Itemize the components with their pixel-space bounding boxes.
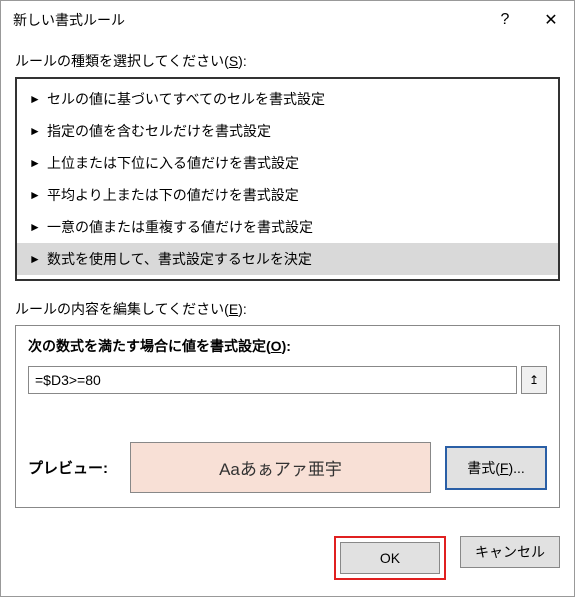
ok-button-highlight: OK	[334, 536, 446, 580]
cancel-button[interactable]: キャンセル	[460, 536, 560, 568]
rule-edit-section-label: ルールの内容を編集してください(E):	[15, 299, 560, 319]
rule-type-label: 指定の値を含むセルだけを書式設定	[47, 121, 271, 141]
preview-label: プレビュー:	[28, 457, 116, 478]
rule-type-label: セルの値に基づいてすべてのセルを書式設定	[47, 89, 325, 109]
rule-type-label: 平均より上または下の値だけを書式設定	[47, 185, 299, 205]
collapse-reference-button[interactable]: ↥	[521, 366, 547, 394]
rule-type-list[interactable]: ► セルの値に基づいてすべてのセルを書式設定 ► 指定の値を含むセルだけを書式設…	[15, 77, 560, 281]
help-button[interactable]: ?	[482, 1, 528, 39]
format-button[interactable]: 書式(F)...	[445, 446, 547, 490]
rule-type-label: 数式を使用して、書式設定するセルを決定	[47, 249, 312, 269]
rule-type-item[interactable]: ► 指定の値を含むセルだけを書式設定	[17, 115, 558, 147]
rule-type-item[interactable]: ► 一意の値または重複する値だけを書式設定	[17, 211, 558, 243]
rule-edit-box: 次の数式を満たす場合に値を書式設定(O): ↥ プレビュー: Aaあぁアァ亜宇 …	[15, 325, 560, 508]
arrow-icon: ►	[29, 92, 41, 106]
dialog-body: ルールの種類を選択してください(S): ► セルの値に基づいてすべてのセルを書式…	[1, 39, 574, 524]
preview-sample: Aaあぁアァ亜宇	[130, 442, 431, 493]
arrow-icon: ►	[29, 124, 41, 138]
titlebar: 新しい書式ルール ? ✕	[1, 1, 574, 39]
close-button[interactable]: ✕	[528, 1, 574, 39]
new-format-rule-dialog: 新しい書式ルール ? ✕ ルールの種類を選択してください(S): ► セルの値に…	[0, 0, 575, 597]
titlebar-controls: ? ✕	[482, 1, 574, 39]
preview-row: プレビュー: Aaあぁアァ亜宇 書式(F)...	[28, 442, 547, 493]
collapse-icon: ↥	[529, 373, 539, 387]
rule-type-item-selected[interactable]: ► 数式を使用して、書式設定するセルを決定	[17, 243, 558, 275]
arrow-icon: ►	[29, 252, 41, 266]
formula-row: ↥	[28, 366, 547, 394]
ok-button[interactable]: OK	[340, 542, 440, 574]
rule-type-item[interactable]: ► 上位または下位に入る値だけを書式設定	[17, 147, 558, 179]
arrow-icon: ►	[29, 156, 41, 170]
arrow-icon: ►	[29, 188, 41, 202]
rule-type-item[interactable]: ► セルの値に基づいてすべてのセルを書式設定	[17, 83, 558, 115]
rule-type-item[interactable]: ► 平均より上または下の値だけを書式設定	[17, 179, 558, 211]
formula-label: 次の数式を満たす場合に値を書式設定(O):	[28, 336, 547, 356]
rule-type-label: 一意の値または重複する値だけを書式設定	[47, 217, 313, 237]
formula-input[interactable]	[28, 366, 517, 394]
arrow-icon: ►	[29, 220, 41, 234]
dialog-title: 新しい書式ルール	[13, 10, 125, 30]
dialog-button-row: OK キャンセル	[1, 524, 574, 596]
rule-type-section-label: ルールの種類を選択してください(S):	[15, 51, 560, 71]
rule-type-label: 上位または下位に入る値だけを書式設定	[47, 153, 299, 173]
